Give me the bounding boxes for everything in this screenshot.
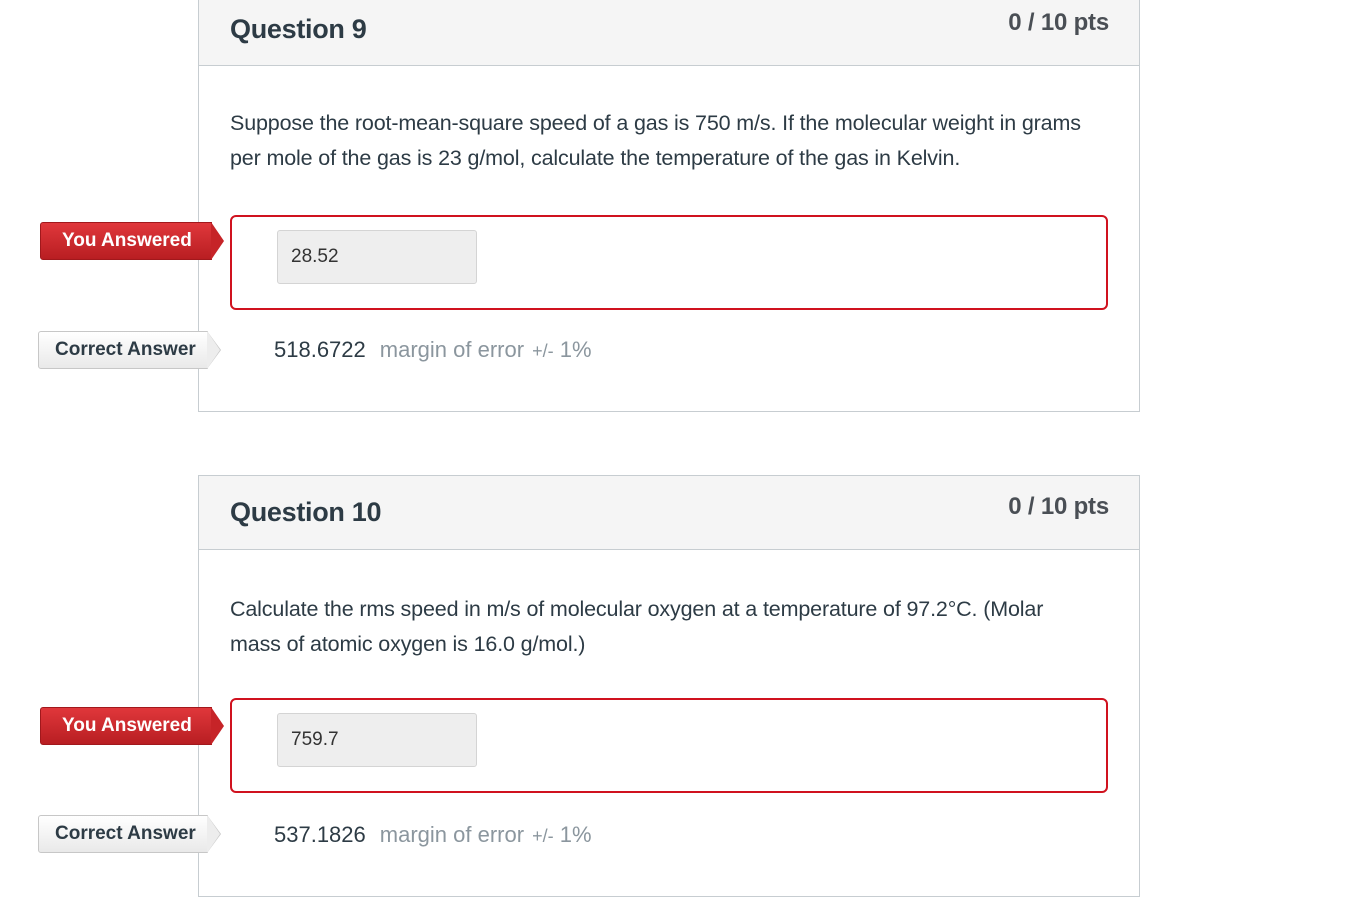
correct-answer-row: 537.1826 margin of error +/- 1% bbox=[274, 822, 592, 848]
your-answer-field: 759.7 bbox=[277, 713, 477, 767]
correct-answer-value: 518.6722 bbox=[274, 337, 366, 362]
question-title: Question 9 bbox=[230, 14, 367, 44]
question-text: Suppose the root-mean-square speed of a … bbox=[230, 111, 1081, 170]
question-points: 0 / 10 pts bbox=[1008, 9, 1109, 36]
margin-of-error-label: margin of error bbox=[379, 822, 525, 847]
your-answer-box: 759.7 bbox=[230, 698, 1108, 793]
question-9-card: Question 9 0 / 10 pts Suppose the root-m… bbox=[198, 0, 1140, 412]
your-answer-field: 28.52 bbox=[277, 230, 477, 284]
correct-answer-row: 518.6722 margin of error +/- 1% bbox=[274, 337, 592, 363]
correct-answer-value: 537.1826 bbox=[274, 822, 366, 847]
correct-answer-tag: Correct Answer bbox=[38, 331, 221, 369]
you-answered-tag: You Answered bbox=[40, 222, 224, 260]
margin-of-error-label: margin of error bbox=[379, 337, 525, 362]
correct-answer-tag: Correct Answer bbox=[38, 815, 221, 853]
question-header: Question 10 0 / 10 pts bbox=[199, 476, 1139, 550]
question-10-card: Question 10 0 / 10 pts Calculate the rms… bbox=[198, 475, 1140, 897]
question-header: Question 9 0 / 10 pts bbox=[199, 0, 1139, 66]
margin-value: 1% bbox=[553, 337, 592, 362]
question-text: Calculate the rms speed in m/s of molecu… bbox=[230, 597, 1044, 656]
margin-prefix: +/- bbox=[532, 826, 554, 846]
question-title: Question 10 bbox=[230, 497, 382, 527]
you-answered-tag: You Answered bbox=[40, 707, 224, 745]
margin-value: 1% bbox=[553, 822, 592, 847]
question-points: 0 / 10 pts bbox=[1008, 493, 1109, 520]
your-answer-box: 28.52 bbox=[230, 215, 1108, 310]
margin-prefix: +/- bbox=[532, 341, 554, 361]
